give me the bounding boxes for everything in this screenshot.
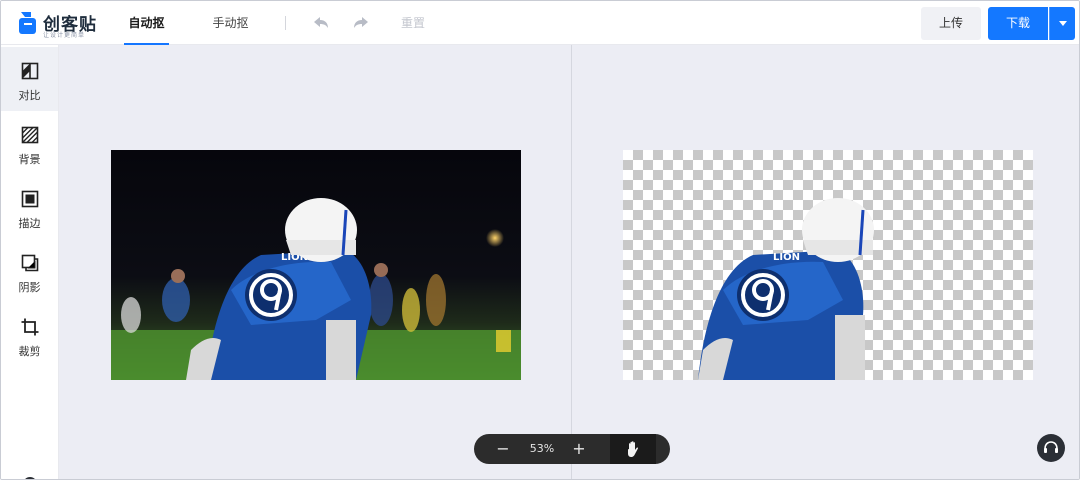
sidebar-item-compare[interactable]: 对比: [1, 47, 58, 111]
compare-icon: [21, 62, 39, 80]
tab-manual-cutout[interactable]: 手动抠图: [208, 1, 253, 74]
sidebar-item-crop[interactable]: 裁剪: [1, 303, 58, 367]
reset-button[interactable]: 重置: [401, 1, 425, 45]
original-photo: LION: [111, 150, 521, 380]
sidebar-item-background[interactable]: 背景: [1, 111, 58, 175]
upload-button[interactable]: 上传: [921, 7, 981, 40]
hand-icon: [628, 441, 639, 457]
zoom-level: 53%: [529, 442, 555, 455]
sidebar-item-label: 描边: [18, 217, 41, 230]
compare-divider: [571, 45, 572, 479]
shadow-icon: [21, 254, 39, 272]
zoom-in-button[interactable]: +: [564, 434, 594, 464]
cutout-result-image[interactable]: LION: [623, 150, 1033, 380]
undo-icon[interactable]: [311, 13, 331, 33]
background-icon: [21, 126, 39, 144]
stroke-icon: [21, 190, 39, 208]
sidebar-item-label: 裁剪: [18, 345, 41, 358]
crop-icon: [21, 318, 39, 336]
cutout-photo: LION: [698, 198, 874, 380]
sidebar-item-label: 阴影: [18, 281, 41, 294]
tab-auto-cutout[interactable]: 自动抠图: [124, 1, 169, 74]
svg-text:LION: LION: [773, 252, 800, 263]
app-window: 创客贴 让设计更简单 自动抠图 手动抠图 重置 上传 下载 对比: [0, 0, 1080, 480]
toolbar-divider: [285, 16, 286, 30]
zoom-toolbar: − 53% +: [474, 434, 670, 464]
customer-support-button[interactable]: [1037, 434, 1065, 462]
brand-logo[interactable]: 创客贴 让设计更简单: [17, 9, 117, 39]
tool-sidebar: 对比 背景 描边 阴影 裁剪: [1, 45, 59, 479]
top-bar: 创客贴 让设计更简单 自动抠图 手动抠图 重置 上传 下载: [1, 1, 1079, 74]
headset-icon: [1044, 441, 1058, 453]
sidebar-item-stroke[interactable]: 描边: [1, 175, 58, 239]
pan-tool-button[interactable]: [610, 434, 656, 464]
original-image[interactable]: LION: [111, 150, 521, 380]
zoom-out-button[interactable]: −: [488, 434, 518, 464]
sidebar-item-label: 对比: [18, 89, 41, 102]
download-options-dropdown[interactable]: [1049, 7, 1075, 40]
player-figure-cutout: LION: [698, 198, 874, 380]
brand-tagline: 让设计更简单: [43, 32, 86, 39]
download-button[interactable]: 下载: [988, 7, 1048, 40]
sidebar-item-label: 背景: [18, 153, 41, 166]
redo-icon[interactable]: [351, 13, 371, 33]
logo-icon: [19, 12, 36, 34]
sidebar-item-shadow[interactable]: 阴影: [1, 239, 58, 303]
